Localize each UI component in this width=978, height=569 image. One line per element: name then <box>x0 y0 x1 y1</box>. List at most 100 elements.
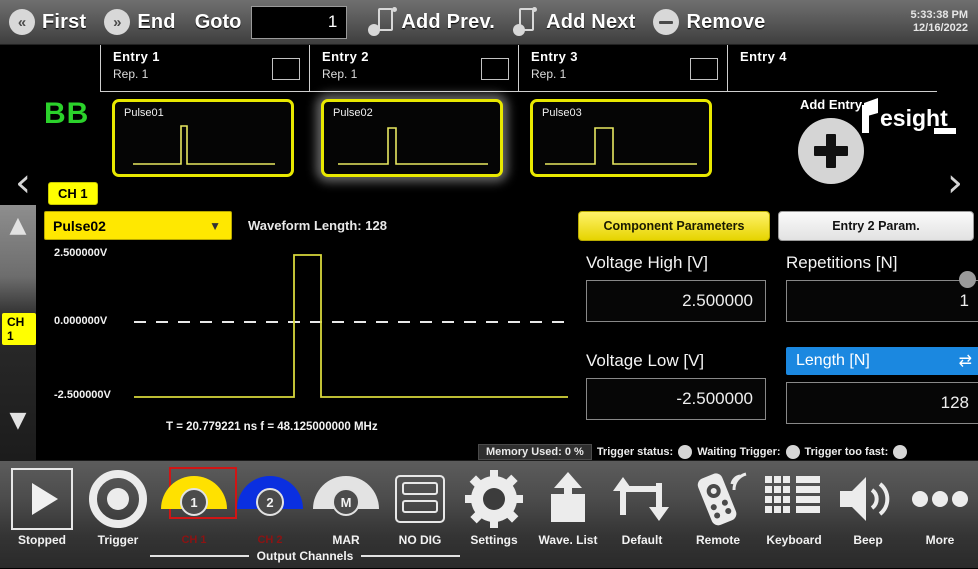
gear-icon <box>465 465 523 533</box>
remote-control-icon <box>688 465 748 533</box>
goto-input[interactable]: 1 <box>251 5 348 39</box>
settings-button[interactable]: Settings <box>452 465 536 569</box>
swap-icon: ⇄ <box>958 353 972 370</box>
waveform-graph[interactable]: 2.500000V 0.000000V -2.500000V T = 20.77… <box>36 245 576 433</box>
svg-text:esight: esight <box>880 105 948 131</box>
entry-checkbox-3[interactable] <box>690 58 718 80</box>
length-input[interactable]: 128 <box>786 382 978 424</box>
entry-card-2[interactable]: Entry 2 Rep. 1 Pulse02 <box>309 45 519 203</box>
minus-circle-icon <box>653 9 680 35</box>
rail-channel-badge[interactable]: CH 1 <box>2 313 36 345</box>
channel-badge[interactable]: CH 1 <box>48 182 98 205</box>
wave-list-upload-icon <box>539 465 597 533</box>
more-button[interactable]: More <box>898 465 978 569</box>
channel-1-dial-icon: 1 <box>161 465 237 533</box>
bb-indicator: BB <box>44 97 90 130</box>
marker-dial-icon: M <box>313 465 379 533</box>
waveform-plot-svg <box>134 254 568 398</box>
wave-list-label: Wave. List <box>538 533 598 547</box>
run-stop-label: Stopped <box>18 533 66 547</box>
waveform-select-value: Pulse02 <box>53 217 106 234</box>
waveform-select[interactable]: Pulse02 ▼ <box>44 211 232 240</box>
status-bar: Memory Used: 0 % Trigger status: Waiting… <box>478 443 978 460</box>
repetitions-label: Repetitions [N] <box>786 253 898 272</box>
channel-2-dial-icon: 2 <box>237 465 303 533</box>
waveform-length-label: Waveform Length: 128 <box>248 218 387 233</box>
voltage-low-input[interactable]: -2.500000 <box>586 378 766 420</box>
repetitions-input[interactable]: 1 <box>786 280 978 322</box>
first-button[interactable]: « First <box>0 0 95 45</box>
settings-label: Settings <box>470 533 518 547</box>
axis-label-bottom: -2.500000V <box>54 389 111 401</box>
default-button[interactable]: Default <box>600 465 684 569</box>
reset-loop-icon <box>613 465 671 533</box>
add-prev-icon <box>368 7 398 36</box>
trigger-too-fast-led <box>893 444 908 459</box>
length-label[interactable]: Length [N] ⇄ <box>786 347 978 375</box>
digital-label: NO DIG <box>398 533 442 547</box>
add-next-button[interactable]: Add Next <box>504 0 644 45</box>
brand-logo: esight <box>862 98 956 134</box>
memory-used-label: Memory Used: 0 % <box>478 443 592 460</box>
chevron-double-left-icon: « <box>9 9 35 35</box>
parameter-tabs: Component Parameters Entry 2 Param. <box>578 211 974 241</box>
waiting-trigger-led <box>785 444 800 459</box>
voltage-low-label: Voltage Low [V] <box>586 351 705 370</box>
add-prev-label: Add Prev. <box>401 10 496 33</box>
length-field: Length [N] ⇄ 128 <box>786 347 978 424</box>
entry-header-4: Entry 4 <box>727 45 937 92</box>
trigger-icon <box>89 465 147 533</box>
add-next-label: Add Next <box>546 10 636 33</box>
add-next-icon <box>513 7 539 36</box>
remote-label: Remote <box>695 533 740 547</box>
channel-2-label: CH 2 <box>257 534 283 546</box>
entry-card-1[interactable]: Entry 1 Rep. 1 Pulse01 <box>100 45 310 203</box>
keyboard-button[interactable]: Keyboard <box>752 465 836 569</box>
beep-label: Beep <box>853 533 883 547</box>
rail-down-chevron-icon[interactable]: ▼ <box>0 408 36 433</box>
ellipsis-icon <box>910 465 970 533</box>
channel-rail: ▲ CH 1 ▼ <box>0 205 36 460</box>
trigger-button[interactable]: Trigger <box>76 465 160 569</box>
trigger-status-label: Trigger status: <box>596 445 674 458</box>
voltage-high-field: Voltage High [V] 2.500000 <box>586 253 766 322</box>
entry-header-2: Entry 2 Rep. 1 <box>309 45 519 92</box>
timing-readout: T = 20.779221 ns f = 48.125000000 MHz <box>166 421 378 433</box>
add-entry-button[interactable] <box>798 118 864 184</box>
voltage-high-label: Voltage High [V] <box>586 253 708 272</box>
waveform-thumb-2[interactable]: Pulse02 <box>321 99 503 177</box>
waveform-thumb-3[interactable]: Pulse03 <box>530 99 712 177</box>
scroll-left-arrow[interactable]: ‹ <box>8 163 38 207</box>
wave-list-button[interactable]: Wave. List <box>526 465 610 569</box>
entry-header-3: Entry 3 Rep. 1 <box>518 45 728 92</box>
waveform-thumb-1[interactable]: Pulse01 <box>112 99 294 177</box>
entry-checkbox-1[interactable] <box>272 58 300 80</box>
end-button[interactable]: » End <box>95 0 184 45</box>
remote-button[interactable]: Remote <box>676 465 760 569</box>
output-channels-group: Output Channels <box>150 549 461 563</box>
play-icon <box>11 465 73 533</box>
entry-checkbox-2[interactable] <box>481 58 509 80</box>
remove-button[interactable]: Remove <box>644 0 774 45</box>
length-label-text: Length [N] <box>796 352 870 369</box>
waveform-thumb-svg-2 <box>338 127 488 165</box>
panel-scroll-handle[interactable] <box>959 271 976 288</box>
output-channels-label: Output Channels <box>256 549 354 563</box>
entry-card-3[interactable]: Entry 3 Rep. 1 Pulse03 <box>518 45 728 203</box>
marker-knob-letter: M <box>332 488 360 516</box>
waiting-trigger-label: Waiting Trigger: <box>697 445 781 458</box>
add-prev-button[interactable]: Add Prev. <box>359 0 504 45</box>
default-label: Default <box>621 533 663 547</box>
axis-label-top: 2.500000V <box>54 247 108 259</box>
more-label: More <box>925 533 955 547</box>
rail-up-chevron-icon[interactable]: ▲ <box>0 213 36 238</box>
voltage-high-input[interactable]: 2.500000 <box>586 280 766 322</box>
speaker-icon <box>838 465 898 533</box>
editor-panel: ▲ CH 1 ▼ Pulse02 ▼ Waveform Length: 128 … <box>0 205 978 460</box>
entry-strip: ‹ › BB CH 1 Entry 1 Rep. 1 Pulse01 Entry… <box>0 45 978 205</box>
trigger-too-fast-label: Trigger too fast: <box>804 445 889 458</box>
channel-1-label: CH 1 <box>181 534 207 546</box>
run-stop-button[interactable]: Stopped <box>0 465 84 569</box>
tab-entry-parameters[interactable]: Entry 2 Param. <box>778 211 974 241</box>
tab-component-parameters[interactable]: Component Parameters <box>578 211 770 241</box>
